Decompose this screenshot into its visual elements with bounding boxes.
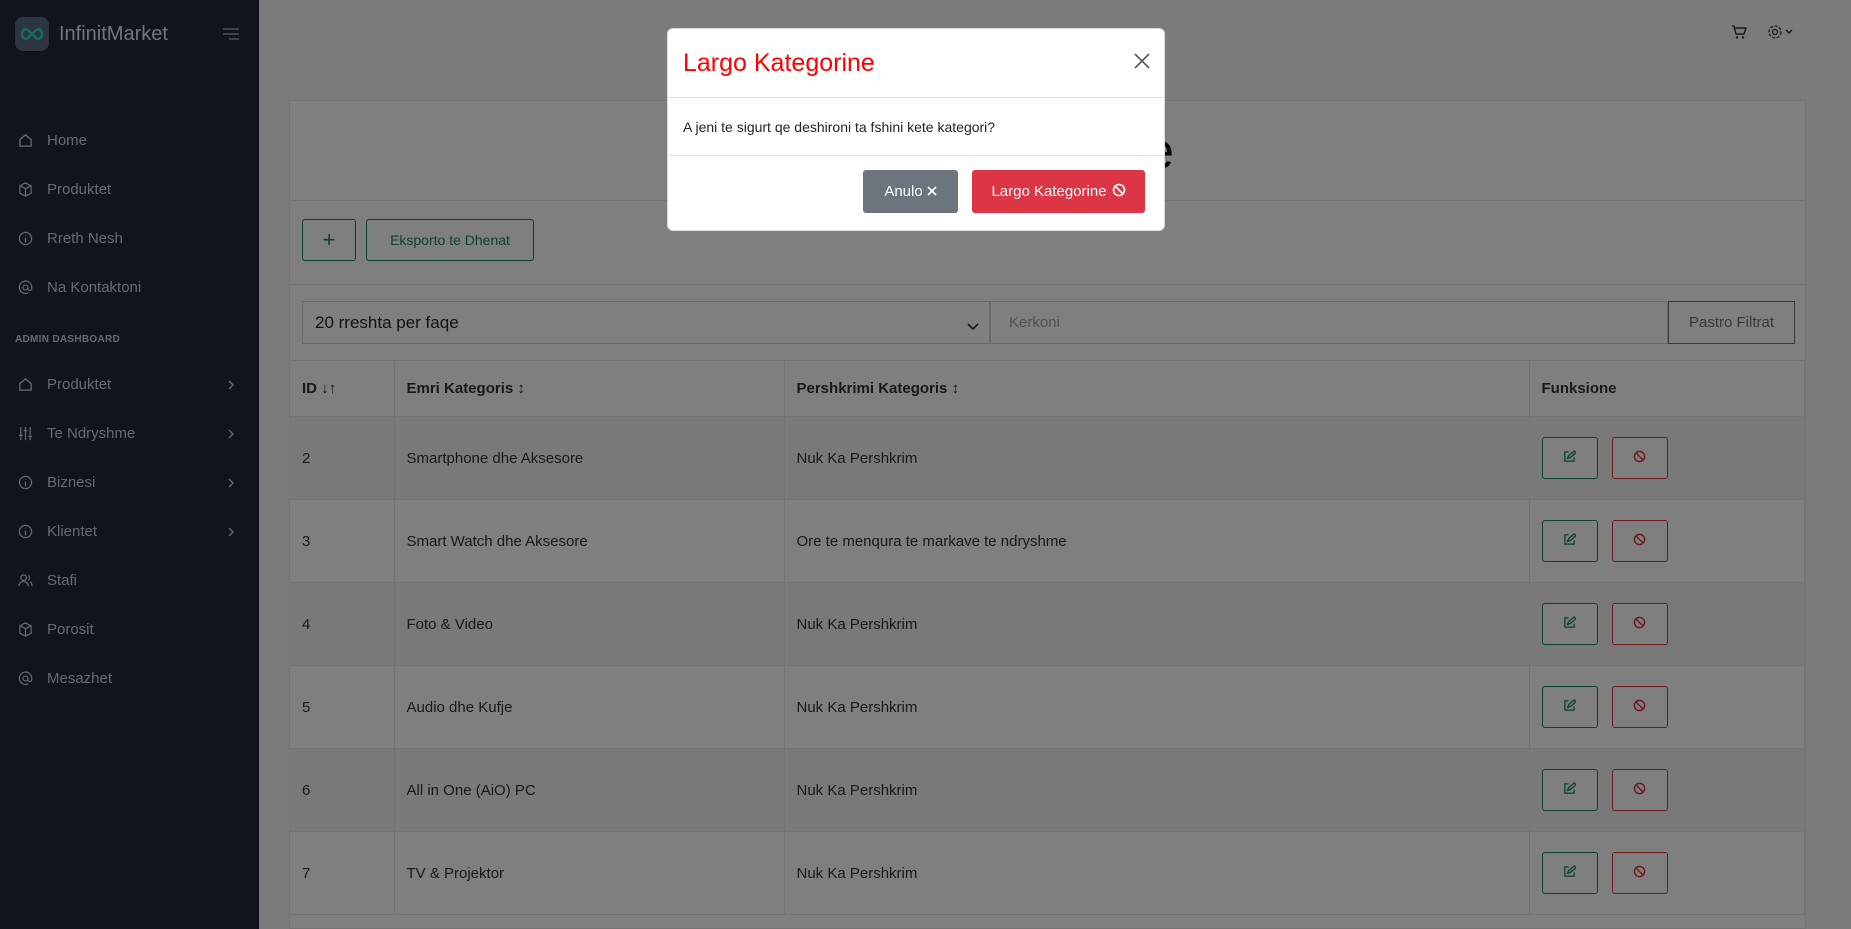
cancel-button[interactable]: Anulo [863,170,958,213]
close-icon[interactable] [1134,53,1150,74]
modal-footer: Anulo Largo Kategorine [668,154,1164,230]
cancel-label: Anulo [884,183,923,200]
x-icon [927,183,937,200]
modal-message: A jeni te sigurt qe deshironi ta fshini … [668,98,1164,156]
ban-icon [1112,183,1126,201]
modal-header: Largo Kategorine [668,29,1164,98]
confirm-delete-button[interactable]: Largo Kategorine [972,170,1145,213]
confirm-label: Largo Kategorine [991,183,1107,200]
delete-category-modal: Largo Kategorine A jeni te sigurt qe des… [667,28,1165,231]
modal-title: Largo Kategorine [683,48,875,77]
